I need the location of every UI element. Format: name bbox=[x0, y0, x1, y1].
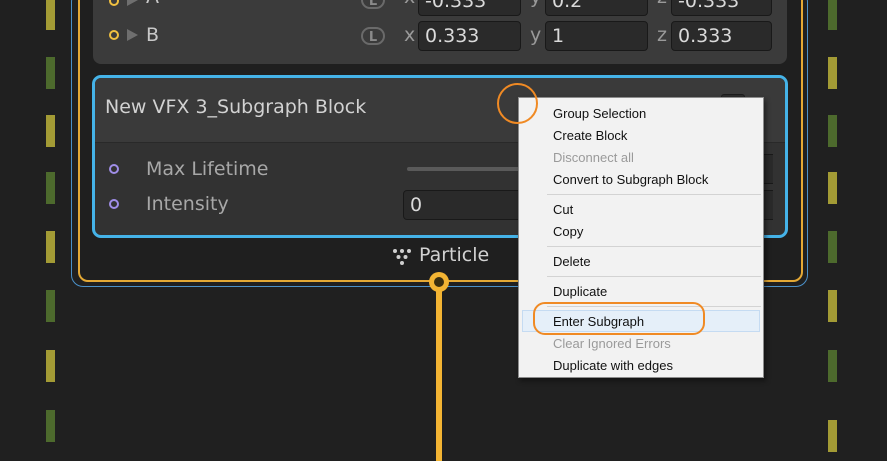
operand-b-z-field[interactable]: 0.333 bbox=[671, 21, 772, 51]
menu-item-disconnect-all: Disconnect all bbox=[553, 150, 634, 165]
expand-arrow-icon[interactable] bbox=[127, 29, 138, 41]
link-badge-icon[interactable]: L bbox=[361, 27, 385, 45]
axis-label-x: x bbox=[404, 24, 416, 46]
enter-subgraph-annotation bbox=[533, 302, 705, 335]
menu-item-group-selection[interactable]: Group Selection bbox=[553, 106, 646, 121]
particle-icon bbox=[393, 249, 411, 265]
operand-b-y-field[interactable]: 1 bbox=[545, 21, 648, 51]
menu-item-create-block[interactable]: Create Block bbox=[553, 128, 627, 143]
property-label-intensity: Intensity bbox=[146, 193, 229, 215]
flow-output-port[interactable] bbox=[429, 272, 449, 292]
menu-item-convert-to-subgraph-block[interactable]: Convert to Subgraph Block bbox=[553, 172, 708, 187]
axis-label-x: x bbox=[404, 0, 415, 8]
axis-label-y: y bbox=[530, 0, 541, 8]
context-title: Particle bbox=[419, 244, 490, 266]
block-title: New VFX 3_Subgraph Block bbox=[105, 96, 367, 118]
menu-item-cut[interactable]: Cut bbox=[553, 202, 573, 217]
axis-label-z: z bbox=[657, 24, 667, 46]
menu-item-duplicate-with-edges[interactable]: Duplicate with edges bbox=[553, 358, 673, 373]
input-port-b[interactable] bbox=[109, 30, 119, 40]
property-label-max-lifetime: Max Lifetime bbox=[146, 158, 269, 180]
menu-item-duplicate[interactable]: Duplicate bbox=[553, 284, 607, 299]
operand-a-x-field[interactable]: -0.333 bbox=[418, 0, 521, 16]
input-port-intensity[interactable] bbox=[109, 199, 119, 209]
operand-a-y-field[interactable]: 0.2 bbox=[545, 0, 648, 16]
expand-arrow-icon[interactable] bbox=[127, 0, 138, 6]
menu-separator bbox=[547, 246, 761, 247]
axis-label-y: y bbox=[530, 24, 542, 46]
operand-a-z-field[interactable]: -0.333 bbox=[671, 0, 772, 16]
axis-label-z: z bbox=[657, 0, 667, 8]
operand-b-x-field[interactable]: 0.333 bbox=[418, 21, 521, 51]
menu-item-clear-ignored-errors: Clear Ignored Errors bbox=[553, 336, 671, 351]
menu-item-copy[interactable]: Copy bbox=[553, 224, 583, 239]
flow-edge[interactable] bbox=[436, 286, 442, 461]
menu-separator bbox=[547, 276, 761, 277]
intensity-field[interactable]: 0 bbox=[403, 190, 533, 220]
cursor-annotation-circle bbox=[497, 83, 538, 124]
menu-separator bbox=[547, 194, 761, 195]
input-port-max-lifetime[interactable] bbox=[109, 164, 119, 174]
context-menu: Group Selection Create Block Disconnect … bbox=[518, 97, 764, 378]
operand-label-b: B bbox=[146, 24, 160, 46]
operand-label-a: A bbox=[146, 0, 159, 8]
menu-item-delete[interactable]: Delete bbox=[553, 254, 591, 269]
